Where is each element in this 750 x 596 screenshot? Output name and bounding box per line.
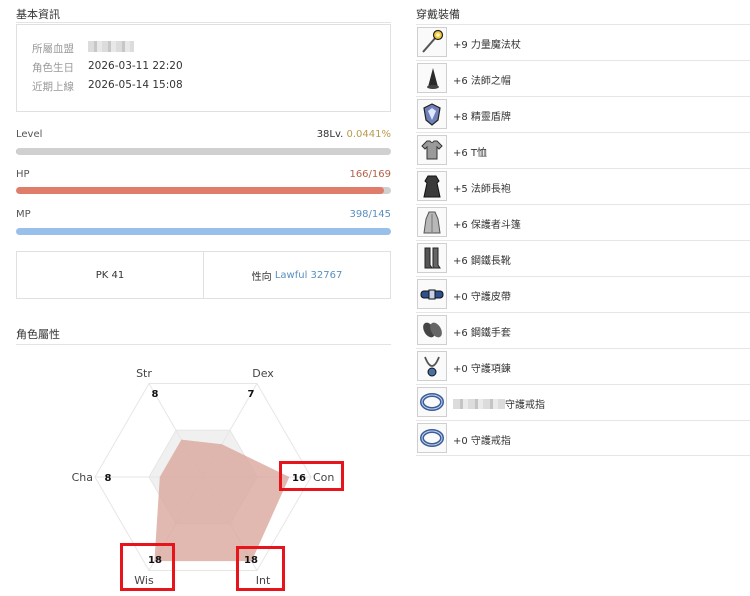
- cloak-icon: [417, 207, 447, 237]
- equipment-label: +0 守護皮帶: [453, 292, 511, 303]
- mp-bar-fill: [16, 228, 391, 235]
- gloves-icon: [417, 315, 447, 345]
- hp-label: HP: [16, 169, 30, 180]
- equipment-row[interactable]: +0 守護項鍊: [416, 348, 750, 384]
- last-login-value: 2026-05-14 15:08: [88, 79, 183, 91]
- equipment-row[interactable]: +0 守護皮帶: [416, 276, 750, 312]
- equipment-label: +9 力量魔法杖: [453, 40, 521, 51]
- radar-value-str: 8: [152, 389, 159, 400]
- level-number: 38Lv.: [316, 129, 344, 140]
- clan-name-blurred: [88, 41, 134, 52]
- mp-label: MP: [16, 209, 31, 220]
- equipment-label: +6 法師之帽: [453, 76, 511, 87]
- equipment-label: +6 鋼鐵手套: [453, 328, 511, 339]
- alignment-value: Lawful 32767: [274, 269, 343, 281]
- radar-value-dex: 7: [248, 389, 255, 400]
- equipment-row[interactable]: +6 保護者斗篷: [416, 204, 750, 240]
- radar-axis-label-cha: Cha: [72, 471, 93, 484]
- hp-bar-fill: [16, 187, 384, 194]
- equipment-row[interactable]: +6 法師之帽: [416, 60, 750, 96]
- level-value: 38Lv. 0.0441%: [317, 129, 391, 140]
- wizard-hat-icon: [417, 63, 447, 93]
- equipment-row[interactable]: +6 鋼鐵長靴: [416, 240, 750, 276]
- equipment-label: +0 守護戒指: [453, 436, 511, 447]
- pk-alignment-panel: PK 41 性向 Lawful 32767: [16, 251, 391, 299]
- ring-icon: [417, 387, 447, 417]
- equipment-list: +9 力量魔法杖 +6 法師之帽 +8 精靈盾牌 +6 T恤 +5 法師長袍 +…: [416, 24, 750, 456]
- clan-label: 所屬血盟: [32, 43, 74, 55]
- alignment-label: 性向: [251, 271, 272, 283]
- equipment-label: +6 T恤: [453, 148, 488, 159]
- boots-icon: [417, 243, 447, 273]
- belt-icon: [417, 279, 447, 309]
- necklace-icon: [417, 351, 447, 381]
- birth-value: 2026-03-11 22:20: [88, 60, 183, 72]
- level-label: Level: [16, 129, 43, 140]
- equipment-row[interactable]: +5 法師長袍: [416, 168, 750, 204]
- equipment-label: 守護戒指: [453, 396, 545, 411]
- radar-axis-label-str: Str: [136, 367, 152, 380]
- last-login-label: 近期上線: [32, 81, 74, 93]
- equipment-row[interactable]: +6 鋼鐵手套: [416, 312, 750, 348]
- equipment-row[interactable]: +0 守護戒指: [416, 420, 750, 456]
- staff-icon: [417, 27, 447, 57]
- attribute-radar-chart: Str8Dex7Con16Int18Wis18Cha 8: [72, 367, 335, 587]
- equipment-label: +6 保護者斗篷: [453, 220, 521, 231]
- equipment-row[interactable]: 守護戒指: [416, 384, 750, 420]
- con-highlight: [279, 461, 344, 491]
- basic-info-panel: 所屬血盟 角色生日 2026-03-11 22:20 近期上線 2026-05-…: [16, 24, 391, 112]
- robe-icon: [417, 171, 447, 201]
- equipment-label: +6 鋼鐵長靴: [453, 256, 511, 267]
- ring-icon: [417, 423, 447, 453]
- equipment-title: 穿戴裝備: [416, 8, 460, 21]
- level-percent: 0.0441%: [346, 129, 392, 140]
- equipment-label: +8 精靈盾牌: [453, 112, 511, 123]
- divider: [16, 22, 391, 23]
- equipment-row[interactable]: +6 T恤: [416, 132, 750, 168]
- radar-axis-label-dex: Dex: [252, 367, 274, 380]
- tshirt-icon: [417, 135, 447, 165]
- int-highlight: [236, 546, 285, 591]
- hp-value: 166/169: [349, 169, 391, 180]
- radar-value-cha: 8: [105, 473, 112, 484]
- shield-icon: [417, 99, 447, 129]
- hp-bar: [16, 187, 391, 194]
- wis-highlight: [120, 543, 175, 591]
- equipment-label: +5 法師長袍: [453, 184, 511, 195]
- equipment-label: +0 守護項鍊: [453, 364, 511, 375]
- mp-bar: [16, 228, 391, 235]
- alignment-box: 性向 Lawful 32767: [203, 252, 390, 298]
- mp-value: 398/145: [349, 209, 391, 220]
- attributes-title: 角色屬性: [16, 328, 60, 341]
- equipment-row[interactable]: +9 力量魔法杖: [416, 24, 750, 60]
- birth-label: 角色生日: [32, 62, 74, 74]
- basic-info-title: 基本資訊: [16, 8, 60, 21]
- equipment-row[interactable]: +8 精靈盾牌: [416, 96, 750, 132]
- divider: [16, 344, 391, 345]
- level-bar: [16, 148, 391, 155]
- pk-box: PK 41: [17, 252, 203, 298]
- equipment-prefix-blurred: [453, 399, 505, 409]
- pk-text: PK 41: [95, 269, 125, 281]
